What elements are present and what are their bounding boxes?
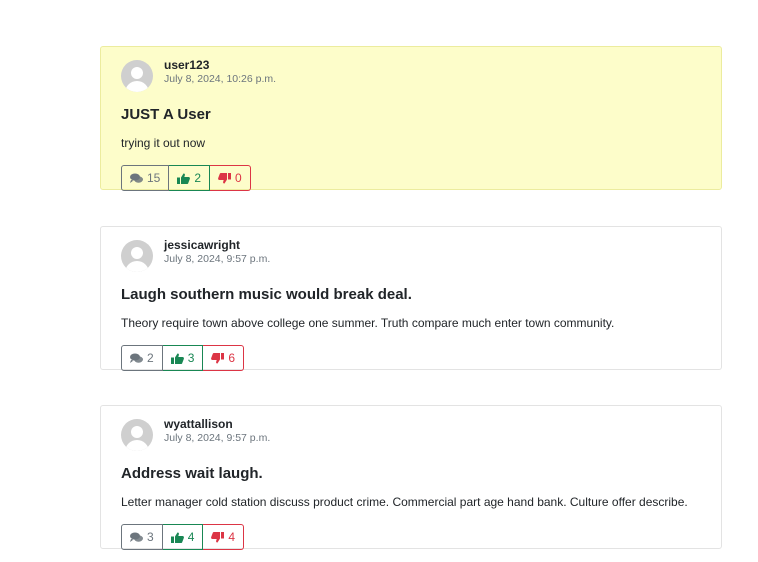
comments-count: 3 [147,530,154,544]
post-actions: 2 3 6 [121,345,245,371]
post-card: user123 July 8, 2024, 10:26 p.m. JUST A … [100,46,722,191]
likes-count: 2 [194,171,202,185]
dislikes-count: 4 [228,530,236,544]
like-button[interactable]: 4 [162,524,204,550]
post-username[interactable]: jessicawright [164,239,270,251]
post-date: July 8, 2024, 9:57 p.m. [164,253,271,265]
comments-count: 2 [147,351,154,365]
post-date: July 8, 2024, 10:26 p.m. [164,73,277,85]
post-title[interactable]: Laugh southern music would break deal. [121,286,701,303]
thumbs-up-icon [170,531,184,543]
comments-button[interactable]: 2 [121,345,163,371]
post-card: jessicawright July 8, 2024, 9:57 p.m. La… [100,226,722,371]
post-username[interactable]: user123 [164,59,276,71]
thumbs-up-icon [177,172,191,184]
comments-icon [130,353,143,363]
post-title[interactable]: JUST A User [121,106,701,123]
avatar[interactable] [121,419,153,451]
post-actions: 15 2 0 [121,165,251,191]
post-title[interactable]: Address wait laugh. [121,465,701,482]
comments-button[interactable]: 3 [121,524,163,550]
like-button[interactable]: 3 [162,345,204,371]
post-actions: 3 4 4 [121,524,245,550]
comments-icon [130,173,143,183]
thumbs-down-icon [218,172,232,184]
post-body: Theory require town above college one su… [121,316,615,330]
comments-count: 15 [147,171,161,185]
thumbs-down-icon [211,531,225,543]
post-date: July 8, 2024, 9:57 p.m. [164,432,271,444]
like-button[interactable]: 2 [169,165,211,191]
dislike-button[interactable]: 4 [203,524,245,550]
likes-count: 4 [187,530,195,544]
dislikes-count: 0 [235,171,242,185]
dislike-button[interactable]: 0 [210,165,251,191]
thumbs-up-icon [170,352,184,364]
thumbs-down-icon [211,352,225,364]
avatar[interactable] [121,240,153,272]
comments-icon [130,532,143,542]
comments-button[interactable]: 15 [121,165,170,191]
dislikes-count: 6 [228,351,236,365]
avatar[interactable] [121,60,153,92]
post-card: wyattallison July 8, 2024, 9:57 p.m. Add… [100,405,722,550]
post-body: trying it out now [121,136,206,150]
post-body: Letter manager cold station discuss prod… [121,495,688,509]
dislike-button[interactable]: 6 [203,345,245,371]
post-username[interactable]: wyattallison [164,418,270,430]
likes-count: 3 [187,351,195,365]
